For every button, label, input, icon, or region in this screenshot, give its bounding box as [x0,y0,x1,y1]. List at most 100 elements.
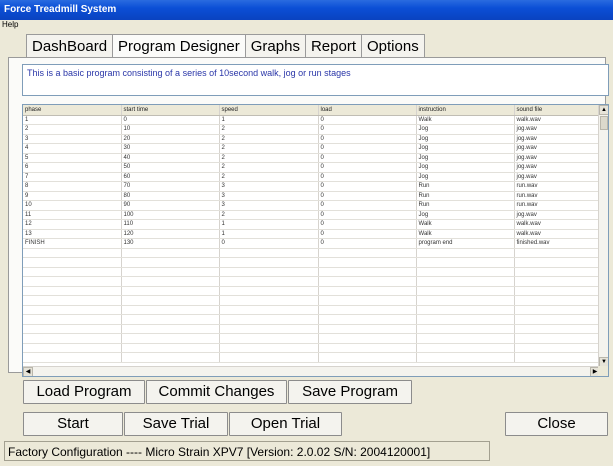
table-cell[interactable]: Jog [416,134,515,144]
empty-table-cell[interactable] [318,343,417,353]
empty-table-cell[interactable] [416,352,515,363]
empty-table-cell[interactable] [514,257,601,268]
empty-table-cell[interactable] [416,248,515,258]
empty-table-cell[interactable] [416,324,515,334]
empty-table-cell[interactable] [23,267,122,277]
table-cell[interactable]: 3 [219,200,319,211]
table-cell[interactable]: 2 [219,124,319,135]
empty-table-cell[interactable] [23,314,122,325]
table-cell[interactable]: 0 [318,229,417,239]
table-cell[interactable]: jog.wav [514,172,601,182]
empty-table-cell[interactable] [514,314,601,325]
table-cell[interactable]: 0 [318,238,417,249]
table-cell[interactable]: 120 [121,229,220,239]
table-cell[interactable]: 5 [23,153,122,163]
empty-table-cell[interactable] [318,314,417,325]
column-header-speed[interactable]: speed [219,105,319,116]
table-cell[interactable]: 2 [219,134,319,144]
table-cell[interactable]: 110 [121,219,220,230]
empty-table-row[interactable] [23,286,601,296]
table-row[interactable]: 13 120 1 0 Walk walk.wav [23,229,601,239]
empty-table-row[interactable] [23,343,601,353]
table-cell[interactable]: jog.wav [514,143,601,154]
empty-table-row[interactable] [23,305,601,315]
empty-table-cell[interactable] [416,333,515,344]
table-cell[interactable]: Run [416,200,515,211]
table-cell[interactable]: Walk [416,229,515,239]
empty-table-cell[interactable] [416,267,515,277]
table-cell[interactable]: run.wav [514,181,601,192]
table-cell[interactable]: jog.wav [514,124,601,135]
table-cell[interactable]: Run [416,181,515,192]
table-cell[interactable]: 130 [121,238,220,249]
table-cell[interactable]: 4 [23,143,122,154]
table-cell[interactable]: 0 [318,162,417,173]
menu-help[interactable]: Help [2,20,18,29]
empty-table-cell[interactable] [219,352,319,363]
empty-table-cell[interactable] [121,324,220,334]
table-cell[interactable]: 9 [23,191,122,201]
tab-report[interactable]: Report [304,34,362,58]
table-cell[interactable]: 2 [219,210,319,220]
empty-table-cell[interactable] [318,305,417,315]
table-cell[interactable]: 70 [121,181,220,192]
tab-program-designer[interactable]: Program Designer [112,34,246,58]
empty-table-cell[interactable] [318,333,417,344]
empty-table-row[interactable] [23,276,601,287]
table-cell[interactable]: program end [416,238,515,249]
empty-table-row[interactable] [23,295,601,306]
table-cell[interactable]: walk.wav [514,115,601,125]
table-cell[interactable]: 3 [219,191,319,201]
empty-table-cell[interactable] [219,295,319,306]
empty-table-cell[interactable] [416,305,515,315]
empty-table-cell[interactable] [416,276,515,287]
empty-table-cell[interactable] [121,333,220,344]
table-cell[interactable]: 2 [23,124,122,135]
empty-table-cell[interactable] [219,257,319,268]
empty-table-cell[interactable] [514,343,601,353]
table-cell[interactable]: 0 [318,181,417,192]
empty-table-cell[interactable] [23,248,122,258]
table-cell[interactable]: finished.wav [514,238,601,249]
empty-table-cell[interactable] [23,295,122,306]
empty-table-cell[interactable] [219,314,319,325]
table-cell[interactable]: 0 [318,210,417,220]
table-row[interactable]: 5 40 2 0 Jog jog.wav [23,153,601,163]
empty-table-cell[interactable] [318,257,417,268]
empty-table-cell[interactable] [416,257,515,268]
empty-table-row[interactable] [23,352,601,363]
table-cell[interactable]: jog.wav [514,210,601,220]
empty-table-cell[interactable] [121,343,220,353]
table-cell[interactable]: jog.wav [514,134,601,144]
table-cell[interactable]: 6 [23,162,122,173]
horizontal-scrollbar[interactable]: ◀ ▶ [23,366,600,376]
table-cell[interactable]: 2 [219,172,319,182]
empty-table-cell[interactable] [219,305,319,315]
table-cell[interactable]: 0 [219,238,319,249]
table-cell[interactable]: walk.wav [514,219,601,230]
table-row[interactable]: 10 90 3 0 Run run.wav [23,200,601,211]
empty-table-cell[interactable] [23,352,122,363]
empty-table-cell[interactable] [23,286,122,296]
empty-table-cell[interactable] [318,295,417,306]
empty-table-cell[interactable] [219,324,319,334]
empty-table-cell[interactable] [514,248,601,258]
empty-table-cell[interactable] [23,324,122,334]
empty-table-cell[interactable] [318,352,417,363]
table-row[interactable]: 4 30 2 0 Jog jog.wav [23,143,601,154]
empty-table-cell[interactable] [318,276,417,287]
empty-table-cell[interactable] [23,343,122,353]
empty-table-cell[interactable] [416,295,515,306]
table-cell[interactable]: walk.wav [514,229,601,239]
table-cell[interactable]: Jog [416,172,515,182]
empty-table-row[interactable] [23,248,601,258]
empty-table-cell[interactable] [514,295,601,306]
empty-table-cell[interactable] [121,352,220,363]
open-trial-button[interactable]: Open Trial [229,412,342,436]
scroll-left-arrow-icon[interactable]: ◀ [23,367,33,376]
table-cell[interactable]: 30 [121,143,220,154]
empty-table-cell[interactable] [318,324,417,334]
table-cell[interactable]: 0 [318,172,417,182]
scroll-thumb[interactable] [600,116,608,130]
table-cell[interactable]: 1 [219,219,319,230]
